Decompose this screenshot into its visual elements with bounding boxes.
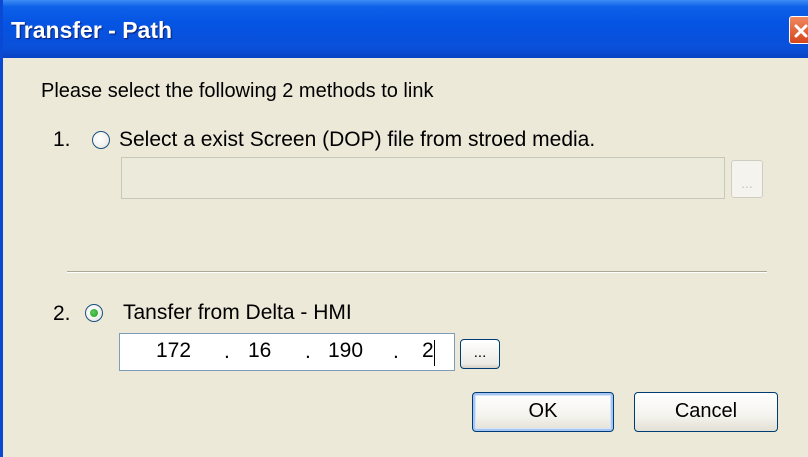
close-button[interactable] [789,16,808,44]
option2-radio[interactable] [85,304,103,322]
option1-number: 1. [53,128,71,151]
window-title: Transfer - Path [11,17,173,43]
text-caret [434,340,435,366]
ip-octet-1[interactable]: 172 [156,339,191,363]
close-icon [794,24,808,38]
ip-octet-4[interactable]: 2 [422,339,434,363]
ip-browse-button[interactable]: ... [460,339,500,369]
cancel-button[interactable]: Cancel [634,392,778,432]
instruction-text: Please select the following 2 methods to… [41,80,434,102]
ip-octet-3[interactable]: 190 [328,339,363,363]
ok-button[interactable]: OK [472,392,614,432]
dop-file-path-field [121,157,725,199]
option2-label[interactable]: Tansfer from Delta - HMI [123,301,352,325]
title-bar[interactable]: Transfer - Path [3,0,808,58]
option1-label[interactable]: Select a exist Screen (DOP) file from st… [119,128,595,152]
option2-number: 2. [53,302,71,325]
dop-file-browse-button: ... [731,160,763,198]
ip-octet-2[interactable]: 16 [248,339,271,363]
options-separator [67,271,767,273]
transfer-path-dialog: Transfer - Path Please select the follow… [0,0,808,457]
option1-radio[interactable] [92,131,110,149]
radio-selected-dot [90,309,98,317]
ip-separator-3: . [393,340,399,363]
ip-separator-1: . [224,340,230,363]
ip-separator-2: . [305,340,311,363]
ip-address-field[interactable]: 172 . 16 . 190 . 2 [119,333,455,371]
